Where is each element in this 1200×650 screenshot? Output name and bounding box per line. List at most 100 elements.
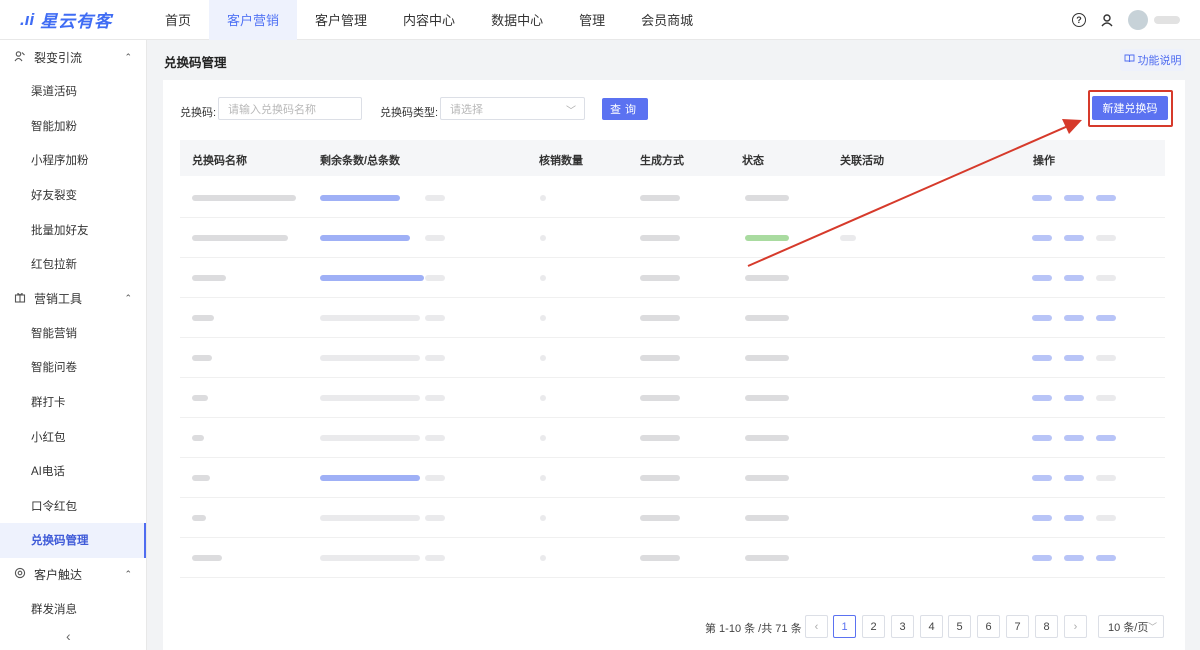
row-action-view[interactable] <box>1064 475 1084 481</box>
row-action-view[interactable] <box>1064 275 1084 281</box>
cell-code-name <box>192 555 222 561</box>
nav-home[interactable]: 首页 <box>147 0 209 40</box>
cell-code-name <box>192 435 204 441</box>
row-action-more[interactable] <box>1096 235 1116 241</box>
cell-status <box>745 435 789 441</box>
cell-remaining-bar <box>320 515 420 521</box>
row-action-view[interactable] <box>1064 395 1084 401</box>
row-action-more[interactable] <box>1096 435 1116 441</box>
row-action-edit[interactable] <box>1032 555 1052 561</box>
row-action-view[interactable] <box>1064 435 1084 441</box>
row-action-view[interactable] <box>1064 315 1084 321</box>
row-action-edit[interactable] <box>1032 195 1052 201</box>
sidebar-item-friend-fission[interactable]: 好友裂变 <box>0 178 146 213</box>
row-action-edit[interactable] <box>1032 435 1052 441</box>
cell-remaining-count <box>425 395 445 401</box>
nav-member-mall[interactable]: 会员商城 <box>623 0 711 40</box>
sidebar-item-small-redpacket[interactable]: 小红包 <box>0 419 146 454</box>
user-menu[interactable] <box>1128 10 1180 30</box>
row-action-edit[interactable] <box>1032 475 1052 481</box>
row-action-view[interactable] <box>1064 555 1084 561</box>
cell-remaining-bar <box>320 475 420 481</box>
sidebar-group-customer-reach[interactable]: 客户触达 ⌃ <box>0 558 146 592</box>
row-action-more[interactable] <box>1096 315 1116 321</box>
nav-customer-marketing[interactable]: 客户营销 <box>209 0 298 40</box>
sidebar-group-fission[interactable]: 裂变引流 ⌃ <box>0 40 146 74</box>
sidebar-item-channel-code[interactable]: 渠道活码 <box>0 74 146 109</box>
people-icon <box>14 50 28 65</box>
sidebar-item-batch-add-friends[interactable]: 批量加好友 <box>0 212 146 247</box>
row-action-edit[interactable] <box>1032 315 1052 321</box>
sidebar-item-smart-survey[interactable]: 智能问卷 <box>0 350 146 385</box>
row-action-edit[interactable] <box>1032 515 1052 521</box>
code-type-select[interactable]: 请选择 ﹀ <box>440 97 585 120</box>
feature-help-label: 功能说明 <box>1137 55 1182 67</box>
pagination-page-7[interactable]: 7 <box>1006 615 1029 638</box>
feature-help-button[interactable]: 功能说明 <box>1120 49 1185 71</box>
row-action-view[interactable] <box>1064 515 1084 521</box>
column-header-status: 状态 <box>742 155 764 167</box>
row-action-more[interactable] <box>1096 555 1116 561</box>
pagination-page-3[interactable]: 3 <box>891 615 914 638</box>
cell-redeemed <box>540 235 546 241</box>
pagination-page-5[interactable]: 5 <box>948 615 971 638</box>
logo-mark: .ıi <box>20 9 35 29</box>
main-nav: 首页 客户营销 客户管理 内容中心 数据中心 管理 会员商城 <box>147 0 711 40</box>
pagination-page-4[interactable]: 4 <box>920 615 943 638</box>
page-size-select[interactable]: 10 条/页 ﹀ <box>1098 615 1164 638</box>
row-action-more[interactable] <box>1096 475 1116 481</box>
pagination-page-6[interactable]: 6 <box>977 615 1000 638</box>
user-switch-icon[interactable] <box>1100 13 1114 27</box>
nav-data-center[interactable]: 数据中心 <box>473 0 561 40</box>
app-logo[interactable]: .ıi 星云有客 <box>0 0 147 40</box>
sidebar-item-ai-call[interactable]: AI电话 <box>0 454 146 489</box>
cell-remaining-bar <box>320 435 420 441</box>
chevron-up-icon: ⌃ <box>124 293 132 304</box>
sidebar-item-redpacket-acquire[interactable]: 红包拉新 <box>0 247 146 282</box>
sidebar-item-smart-marketing[interactable]: 智能营销 <box>0 316 146 351</box>
sidebar-item-password-redpacket[interactable]: 口令红包 <box>0 489 146 524</box>
row-action-edit[interactable] <box>1032 395 1052 401</box>
collapse-sidebar-icon[interactable]: ‹ <box>66 628 71 644</box>
sidebar-group-label: 裂变引流 <box>34 50 83 65</box>
reach-icon <box>14 567 28 582</box>
sidebar: 裂变引流 ⌃ 渠道活码 智能加粉 小程序加粉 好友裂变 批量加好友 红包拉新 营… <box>0 40 147 650</box>
cell-generation <box>640 315 680 321</box>
pagination-page-1[interactable]: 1 <box>833 615 856 638</box>
column-header-remaining: 剩余条数/总条数 <box>320 155 401 167</box>
sidebar-item-mass-message[interactable]: 群发消息 <box>0 592 146 627</box>
nav-customer-management[interactable]: 客户管理 <box>297 0 385 40</box>
sidebar-item-smart-add-fans[interactable]: 智能加粉 <box>0 109 146 144</box>
pagination-page-2[interactable]: 2 <box>862 615 885 638</box>
sidebar-item-group-checkin[interactable]: 群打卡 <box>0 385 146 420</box>
row-action-more[interactable] <box>1096 195 1116 201</box>
row-action-more[interactable] <box>1096 395 1116 401</box>
sidebar-item-miniprogram-fans[interactable]: 小程序加粉 <box>0 143 146 178</box>
query-button[interactable]: 查询 <box>602 98 648 120</box>
row-action-edit[interactable] <box>1032 355 1052 361</box>
help-icon[interactable]: ? <box>1072 13 1086 27</box>
pagination-page-8[interactable]: 8 <box>1035 615 1058 638</box>
row-action-view[interactable] <box>1064 355 1084 361</box>
sidebar-group-label: 客户触达 <box>34 568 83 583</box>
sidebar-item-redeem-code-management[interactable]: 兑换码管理 <box>0 523 146 558</box>
pagination-prev-button[interactable]: ‹ <box>805 615 828 638</box>
column-header-activity: 关联活动 <box>840 155 884 167</box>
cell-status <box>745 195 789 201</box>
row-action-edit[interactable] <box>1032 275 1052 281</box>
row-action-more[interactable] <box>1096 515 1116 521</box>
cell-remaining-bar <box>320 555 420 561</box>
chevron-down-icon: ﹀ <box>566 106 576 117</box>
nav-content-center[interactable]: 内容中心 <box>385 0 473 40</box>
sidebar-group-marketing-tools[interactable]: 营销工具 ⌃ <box>0 282 146 316</box>
pagination-next-button[interactable]: › <box>1064 615 1087 638</box>
nav-management[interactable]: 管理 <box>561 0 623 40</box>
row-action-view[interactable] <box>1064 235 1084 241</box>
row-action-edit[interactable] <box>1032 235 1052 241</box>
row-action-view[interactable] <box>1064 195 1084 201</box>
column-header-actions: 操作 <box>1033 155 1055 167</box>
code-search-input[interactable]: 请输入兑换码名称 <box>218 97 362 120</box>
cell-redeemed <box>540 395 546 401</box>
row-action-more[interactable] <box>1096 275 1116 281</box>
row-action-more[interactable] <box>1096 355 1116 361</box>
